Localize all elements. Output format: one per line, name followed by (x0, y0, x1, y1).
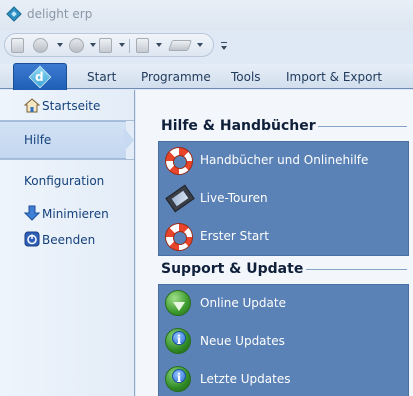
eraser-icon[interactable] (167, 40, 193, 51)
group-title-support: Support & Update (161, 261, 304, 277)
customize-toolbar-icon[interactable] (220, 40, 228, 52)
back-dropdown-icon[interactable] (57, 43, 63, 47)
window-title: delight erp (27, 7, 93, 21)
eraser-dropdown-icon[interactable] (197, 43, 203, 47)
lifebuoy-icon (165, 223, 193, 251)
nav-item-label: Startseite (42, 99, 101, 113)
entry-label: Erster Start (200, 229, 269, 243)
nav-item-label: Minimieren (42, 207, 109, 221)
tools-icon[interactable] (99, 38, 112, 53)
entry-neue-updates[interactable]: Neue Updates (159, 323, 410, 361)
entry-letzte-updates[interactable]: Letzte Updates (159, 361, 410, 396)
tools-dropdown-icon[interactable] (119, 43, 125, 47)
group-title-hilfe: Hilfe & Handbücher (161, 118, 316, 134)
forward-dropdown-icon[interactable] (90, 43, 96, 47)
forward-icon[interactable] (69, 38, 84, 53)
app-logo-icon[interactable] (6, 6, 22, 22)
entry-erster-start[interactable]: Erster Start (159, 218, 410, 256)
globe-info-icon (165, 366, 193, 394)
tab-tools[interactable]: Tools (231, 70, 261, 84)
nav-item-konfiguration[interactable]: Konfiguration (0, 170, 134, 192)
nav-divider (0, 159, 134, 160)
entry-label: Live-Touren (200, 191, 268, 205)
group-panel-hilfe: Handbücher und Onlinehilfe Live-Touren E… (158, 141, 409, 256)
nav-item-label: Konfiguration (24, 174, 105, 188)
entry-handbuecher[interactable]: Handbücher und Onlinehilfe (159, 142, 410, 180)
entry-live-touren[interactable]: Live-Touren (159, 180, 410, 218)
tab-import-export[interactable]: Import & Export (286, 70, 382, 84)
house-icon (24, 98, 40, 113)
nav-item-label: Hilfe (24, 133, 52, 147)
group-panel-support: Online Update Neue Updates Letzte Update… (158, 284, 409, 396)
arrow-down-icon (24, 205, 40, 221)
globe-info-icon (165, 328, 193, 356)
film-icon (165, 184, 195, 213)
back-icon[interactable] (33, 38, 48, 53)
nav-item-minimieren[interactable]: Minimieren (0, 203, 134, 225)
nav-item-hilfe[interactable]: Hilfe (0, 129, 134, 151)
power-icon (24, 231, 40, 247)
nav-item-startseite[interactable]: Startseite (0, 95, 134, 117)
tab-start[interactable]: Start (87, 70, 116, 84)
nav-divider (0, 120, 134, 121)
app-menu-logo-letter: d (35, 70, 44, 84)
home-icon[interactable] (11, 38, 24, 53)
tab-programme[interactable]: Programme (141, 70, 211, 84)
nav-item-beenden[interactable]: Beenden (0, 229, 134, 251)
toolbar-separator (129, 39, 130, 53)
quick-access-toolbar (4, 33, 214, 57)
entry-label: Online Update (200, 296, 286, 310)
globe-download-icon (165, 290, 193, 318)
lifebuoy-icon (165, 147, 193, 175)
entry-label: Letzte Updates (200, 372, 291, 386)
entry-online-update[interactable]: Online Update (159, 285, 410, 323)
group-title-rule (306, 269, 407, 270)
nav-item-label: Beenden (42, 233, 96, 247)
document-dropdown-icon[interactable] (156, 43, 162, 47)
application-menu-button[interactable]: d (13, 63, 67, 90)
entry-label: Neue Updates (200, 334, 285, 348)
document-icon[interactable] (136, 38, 149, 53)
group-title-rule (318, 126, 407, 127)
entry-label: Handbücher und Onlinehilfe (200, 153, 369, 167)
